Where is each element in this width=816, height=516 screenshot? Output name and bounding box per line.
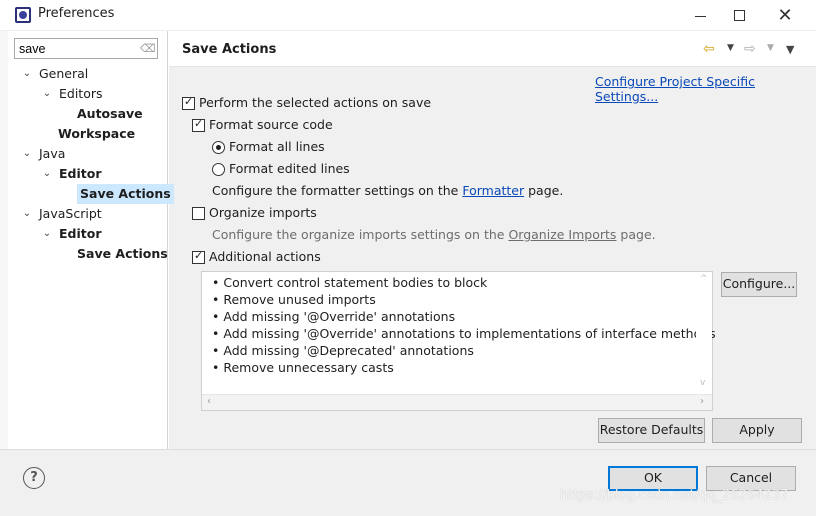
close-icon: ✕ bbox=[777, 5, 793, 26]
list-item-text: Add missing '@Deprecated' annotations bbox=[223, 343, 474, 358]
list-item-text: Add missing '@Override' annotations bbox=[223, 309, 456, 324]
configure-project-specific-link[interactable]: Configure Project Specific Settings... bbox=[595, 74, 816, 104]
organize-text-before: Configure the organize imports settings … bbox=[212, 227, 505, 242]
configure-button[interactable]: Configure... bbox=[721, 272, 797, 297]
format-source-checkbox[interactable] bbox=[192, 117, 205, 132]
help-icon[interactable]: ? bbox=[23, 467, 45, 489]
tree-expand-icon[interactable]: ⌄ bbox=[22, 204, 32, 224]
background-window-edge bbox=[0, 31, 8, 451]
tree-expand-icon[interactable]: ⌄ bbox=[22, 64, 32, 84]
eraser-icon[interactable]: ⌫ bbox=[140, 42, 156, 55]
page-title: Save Actions bbox=[182, 42, 277, 57]
tree-expand-icon[interactable]: ⌄ bbox=[22, 144, 32, 164]
tree-item[interactable]: Autosave bbox=[77, 104, 143, 124]
format-edited-lines-label: Format edited lines bbox=[229, 161, 350, 176]
list-item: • Add missing '@Deprecated' annotations bbox=[212, 343, 474, 358]
maximize-button[interactable] bbox=[716, 0, 762, 31]
additional-actions-label: Additional actions bbox=[209, 249, 321, 264]
tree-item[interactable]: Workspace bbox=[58, 124, 135, 144]
scroll-left-icon[interactable]: ‹ bbox=[207, 396, 211, 407]
minimize-icon bbox=[694, 15, 706, 18]
formatter-text-before: Configure the formatter settings on the bbox=[212, 183, 459, 198]
scroll-up-icon[interactable]: ^ bbox=[700, 274, 708, 284]
tree-item[interactable]: Save Actions bbox=[77, 244, 168, 264]
window-title: Preferences bbox=[38, 6, 115, 21]
back-arrow-icon[interactable]: ⇦ bbox=[703, 41, 715, 57]
view-menu-icon[interactable]: ▼ bbox=[786, 43, 794, 59]
additional-actions-checkbox[interactable] bbox=[192, 249, 205, 264]
additional-actions-list[interactable]: • Convert control statement bodies to bl… bbox=[201, 271, 716, 411]
list-horizontal-scrollbar[interactable]: ‹ › bbox=[202, 394, 712, 410]
tree-expand-icon[interactable]: ⌄ bbox=[42, 84, 52, 104]
format-edited-lines-radio[interactable] bbox=[212, 163, 225, 176]
list-item: • Convert control statement bodies to bl… bbox=[212, 275, 488, 290]
tree-item[interactable]: Editor bbox=[59, 164, 102, 184]
list-vertical-scrollbar[interactable]: ^ v bbox=[696, 272, 712, 394]
formatter-text-after: page. bbox=[528, 183, 564, 198]
format-all-lines-radio[interactable] bbox=[212, 141, 225, 154]
filter-input[interactable] bbox=[14, 38, 158, 59]
organize-imports-checkbox[interactable] bbox=[192, 207, 205, 220]
tree-item[interactable]: Java bbox=[39, 144, 65, 164]
perform-actions-checkbox[interactable] bbox=[182, 95, 195, 110]
tree-item[interactable]: JavaScript bbox=[39, 204, 102, 224]
back-menu-icon[interactable]: ▼ bbox=[727, 43, 734, 59]
organize-settings-text: Configure the organize imports settings … bbox=[212, 227, 656, 242]
list-item-text: Convert control statement bodies to bloc… bbox=[223, 275, 488, 290]
list-item: • Remove unused imports bbox=[212, 292, 376, 307]
formatter-settings-text: Configure the formatter settings on the … bbox=[212, 183, 563, 198]
list-item: • Add missing '@Override' annotations to… bbox=[212, 326, 716, 341]
eclipse-app-icon bbox=[15, 7, 31, 23]
apply-button[interactable]: Apply bbox=[712, 418, 802, 443]
maximize-icon bbox=[733, 10, 745, 21]
formatter-link[interactable]: Formatter bbox=[462, 183, 524, 198]
perform-actions-label: Perform the selected actions on save bbox=[199, 95, 432, 110]
list-item-text: Remove unnecessary casts bbox=[223, 360, 394, 375]
scroll-right-icon[interactable]: › bbox=[700, 396, 704, 407]
tree-item[interactable]: Save Actions bbox=[77, 184, 174, 204]
tree-item[interactable]: Editor bbox=[59, 224, 102, 244]
format-all-lines-label: Format all lines bbox=[229, 139, 325, 154]
tree-expand-icon[interactable]: ⌄ bbox=[42, 224, 52, 244]
watermark-text: https://blog.csdn.net/qq_26264237 bbox=[560, 488, 789, 503]
organize-imports-label: Organize imports bbox=[209, 205, 317, 220]
list-item: • Add missing '@Override' annotations bbox=[212, 309, 456, 324]
close-button[interactable]: ✕ bbox=[762, 0, 808, 31]
restore-defaults-button[interactable]: Restore Defaults bbox=[598, 418, 705, 443]
scroll-down-icon[interactable]: v bbox=[700, 378, 705, 388]
tree-item[interactable]: Editors bbox=[59, 84, 103, 104]
organize-text-after: page. bbox=[620, 227, 656, 242]
tree-item[interactable]: General bbox=[39, 64, 88, 84]
organize-imports-link[interactable]: Organize Imports bbox=[508, 227, 616, 242]
list-item: • Remove unnecessary casts bbox=[212, 360, 394, 375]
forward-arrow-icon[interactable]: ⇨ bbox=[744, 41, 756, 57]
forward-menu-icon[interactable]: ▼ bbox=[767, 43, 774, 59]
format-source-label: Format source code bbox=[209, 117, 333, 132]
list-item-text: Remove unused imports bbox=[223, 292, 376, 307]
tree-expand-icon[interactable]: ⌄ bbox=[42, 164, 52, 184]
list-item-text: Add missing '@Override' annotations to i… bbox=[223, 326, 716, 341]
